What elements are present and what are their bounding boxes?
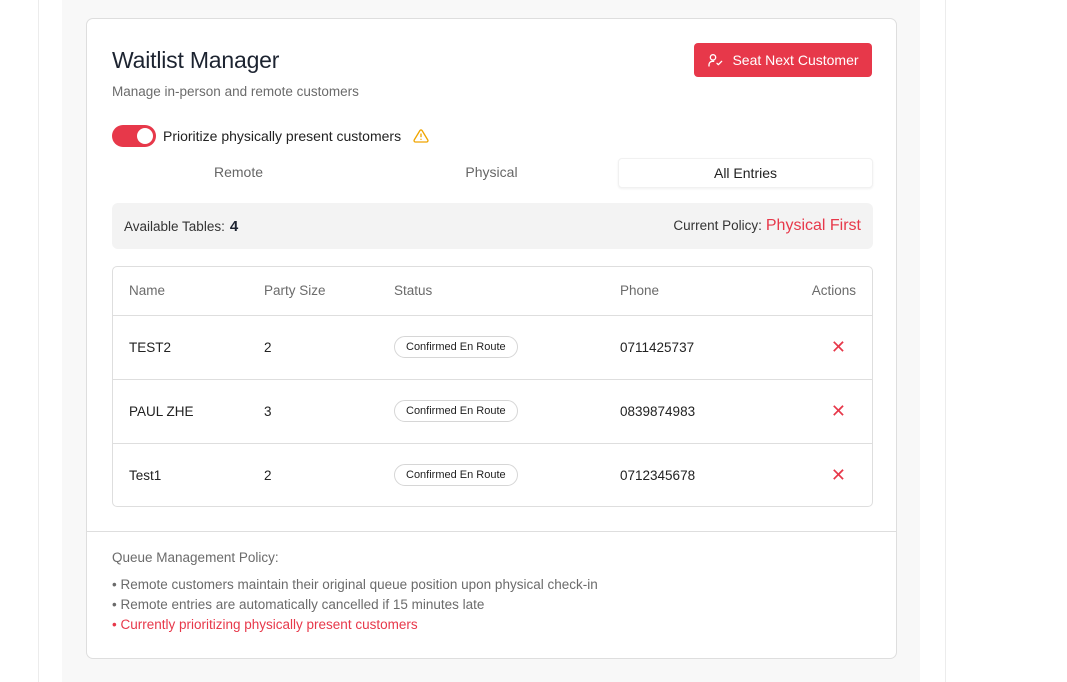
current-policy-label: Current Policy:: [673, 218, 762, 233]
cell-status: Confirmed En Route: [378, 315, 604, 380]
cell-phone: 0711425737: [604, 315, 750, 380]
cell-name: TEST2: [113, 315, 248, 380]
prioritize-physical-label: Prioritize physically present customers: [163, 128, 402, 144]
seat-next-customer-button[interactable]: Seat Next Customer: [694, 43, 872, 77]
page-title: Waitlist Manager: [112, 47, 280, 73]
cell-actions: ✕: [749, 379, 872, 444]
status-badge: Confirmed En Route: [394, 336, 518, 358]
waitlist-table: Name Party Size Status Phone Actions TES…: [112, 266, 873, 507]
cell-party-size: 3: [248, 379, 378, 444]
tab-physical[interactable]: Physical: [365, 158, 618, 188]
toggle-knob: [137, 128, 153, 144]
queue-policy-title: Queue Management Policy:: [112, 550, 279, 565]
current-policy-value: Physical First: [765, 217, 861, 234]
priority-toggle-row: Prioritize physically present customers: [112, 125, 429, 147]
column-header-phone: Phone: [604, 267, 750, 316]
available-tables-label: Available Tables:: [124, 218, 225, 234]
warning-icon: [413, 129, 429, 143]
cell-phone: 0712345678: [620, 467, 696, 483]
column-header-party-size: Party Size: [248, 267, 378, 316]
cell-party-size: 2: [264, 467, 272, 483]
status-badge: Confirmed En Route: [394, 464, 518, 487]
table-row: TEST2 2 Confirmed En Route 0711425737 ✕: [113, 315, 872, 380]
policy-item-active: • Currently prioritizing physically pres…: [112, 617, 418, 632]
prioritize-physical-toggle[interactable]: [112, 125, 156, 147]
cell-actions: ✕: [749, 315, 872, 380]
queue-policy-section: Queue Management Policy: • Remote custom…: [112, 550, 598, 635]
available-tables: Available Tables: 4: [124, 218, 238, 235]
page-subtitle: Manage in-person and remote customers: [112, 84, 359, 99]
column-header-actions: Actions: [749, 267, 872, 316]
cell-phone: 0839874983: [604, 379, 750, 444]
policy-item: • Remote customers maintain their origin…: [112, 577, 598, 592]
cell-actions: ✕: [750, 443, 872, 506]
cell-status: Confirmed En Route: [378, 379, 604, 444]
user-check-icon: [708, 54, 723, 67]
table-row: PAUL ZHE 3 Confirmed En Route 0839874983…: [113, 379, 872, 444]
table-header-row: Name Party Size Status Phone Actions: [113, 267, 872, 316]
waitlist-card: Waitlist Manager Manage in-person and re…: [86, 18, 897, 659]
cell-name: PAUL ZHE: [113, 379, 248, 444]
table-row: Test1 2 Confirmed En Route 0712345678 ✕: [113, 443, 872, 506]
remove-entry-icon[interactable]: ✕: [831, 465, 846, 486]
tab-remote[interactable]: Remote: [112, 158, 365, 188]
available-tables-count: 4: [229, 217, 239, 235]
current-policy: Current Policy: Physical First: [673, 217, 861, 235]
seat-next-customer-label: Seat Next Customer: [732, 52, 859, 68]
section-divider: [87, 531, 896, 532]
info-bar: Available Tables: 4 Current Policy: Physic…: [112, 203, 873, 249]
remove-entry-icon[interactable]: ✕: [831, 401, 846, 422]
tab-all-entries[interactable]: All Entries: [618, 158, 873, 188]
filter-tabs: Remote Physical All Entries: [112, 158, 873, 188]
column-header-status: Status: [378, 267, 604, 316]
remove-entry-icon[interactable]: ✕: [831, 337, 846, 358]
policy-item: • Remote entries are automatically cance…: [112, 597, 485, 612]
column-header-name: Name: [113, 267, 248, 316]
status-badge: Confirmed En Route: [394, 400, 518, 422]
cell-status: Confirmed En Route: [378, 443, 604, 506]
cell-party-size: 2: [248, 315, 378, 380]
cell-name: Test1: [129, 467, 162, 483]
